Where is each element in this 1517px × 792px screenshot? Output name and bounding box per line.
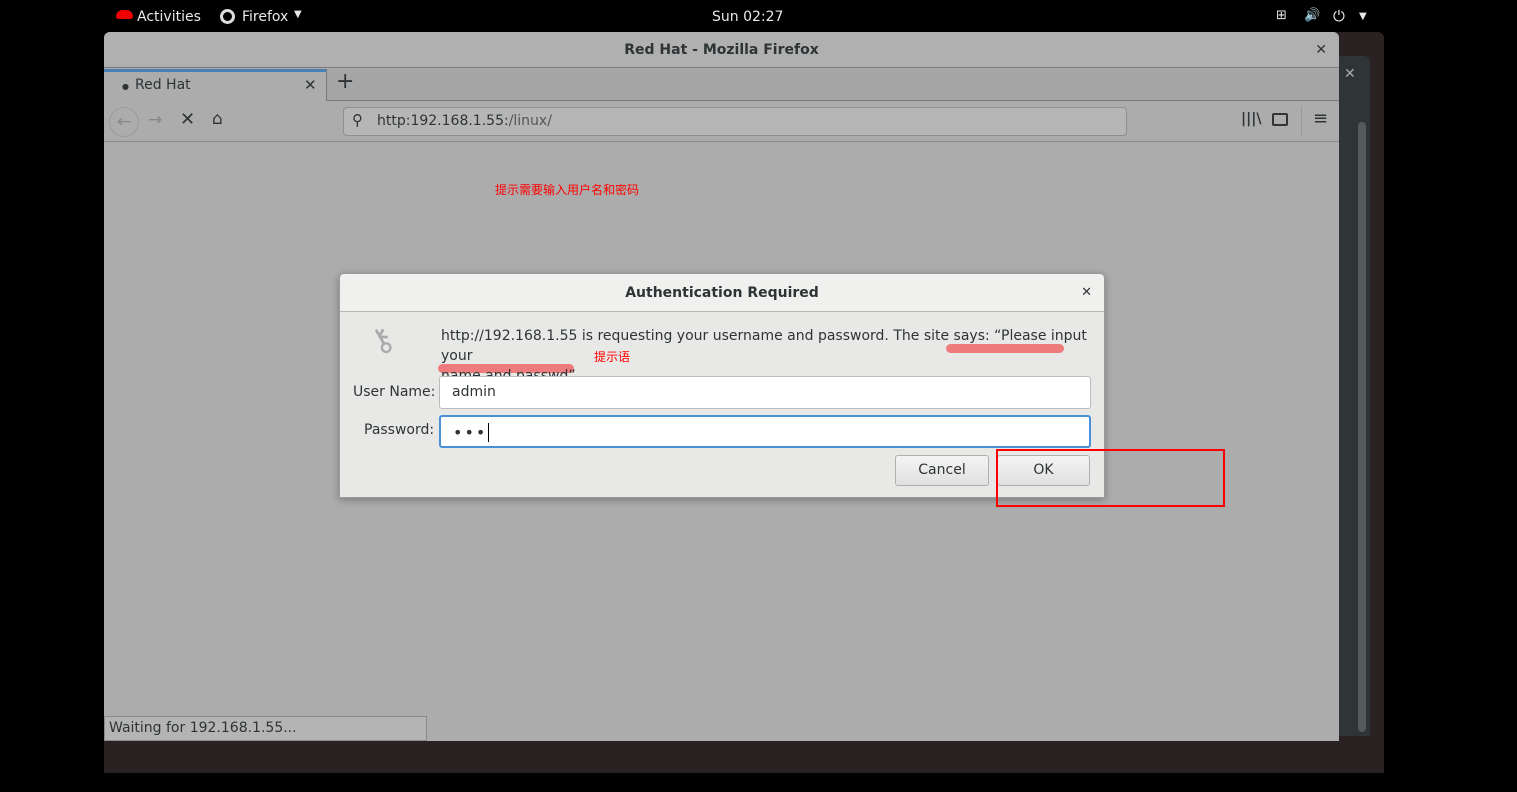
password-value: ••• (453, 423, 488, 442)
sidebar-icon[interactable] (1272, 113, 1288, 126)
url-path: /linux/ (508, 113, 552, 129)
tab-label: Red Hat (135, 77, 191, 93)
forward-button[interactable]: → (148, 110, 162, 130)
username-label: User Name: (353, 384, 436, 400)
auth-dialog: Authentication Required ✕ ⚷ http://192.1… (339, 273, 1105, 498)
message-line-1: http://192.168.1.55 is requesting your u… (441, 328, 1087, 364)
annotation-highlight-box (996, 449, 1225, 507)
toolbar-divider (1301, 106, 1302, 136)
clock[interactable]: Sun 02:27 (712, 9, 783, 25)
stop-button[interactable]: ✕ (180, 109, 195, 130)
annotation-top: 提示需要输入用户名和密码 (495, 183, 640, 197)
search-icon: ⚲ (352, 111, 363, 129)
dialog-header: Authentication Required ✕ (340, 274, 1104, 312)
back-button[interactable]: ← (109, 107, 139, 137)
loading-dot-icon: ● (122, 82, 129, 91)
tab-strip: ● Red Hat ✕ + (104, 69, 1339, 101)
username-field[interactable]: admin (439, 376, 1091, 409)
scrollbar[interactable] (1358, 122, 1366, 732)
window-title: Red Hat - Mozilla Firefox (624, 42, 819, 58)
url-bar[interactable]: ⚲ http:192.168.1.55:/linux/ (343, 107, 1127, 136)
dialog-title: Authentication Required (625, 285, 819, 301)
redhat-logo-icon (116, 10, 133, 19)
status-bar: Waiting for 192.168.1.55... (104, 716, 427, 741)
cancel-button[interactable]: Cancel (895, 455, 989, 486)
home-button[interactable]: ⌂ (212, 109, 223, 129)
password-field[interactable]: ••• (439, 415, 1091, 448)
menu-icon[interactable]: ≡ (1313, 108, 1328, 129)
network-icon[interactable]: ⊞ (1276, 8, 1287, 23)
tab-close-icon[interactable]: ✕ (304, 76, 317, 94)
password-label: Password: (364, 422, 435, 438)
gnome-top-bar: Activities Firefox ▼ Sun 02:27 ⊞ 🔊 ⏻ ▼ (0, 0, 1517, 34)
window-close-button[interactable]: ✕ (1315, 32, 1327, 68)
library-icon[interactable]: |||\ (1241, 111, 1261, 127)
dialog-close-button[interactable]: ✕ (1081, 274, 1092, 312)
navigation-toolbar: ← → ✕ ⌂ ⚲ http:192.168.1.55:/linux/ |||\… (104, 102, 1339, 142)
volume-icon[interactable]: 🔊 (1304, 8, 1320, 23)
chevron-down-icon: ▼ (294, 9, 302, 20)
close-icon[interactable]: ✕ (1344, 66, 1356, 82)
tab-red-hat[interactable]: ● Red Hat ✕ (104, 69, 327, 101)
firefox-icon (220, 9, 235, 24)
activities-button[interactable]: Activities (137, 9, 201, 25)
text-cursor (488, 423, 490, 442)
url-text: http:192.168.1.55:/linux/ (377, 113, 552, 129)
app-menu-button[interactable]: Firefox (242, 9, 288, 25)
new-tab-button[interactable]: + (336, 69, 354, 94)
system-menu-chevron-icon[interactable]: ▼ (1359, 11, 1367, 22)
url-host: http:192.168.1.55: (377, 113, 509, 129)
window-titlebar: Red Hat - Mozilla Firefox ✕ (104, 32, 1339, 68)
power-icon[interactable]: ⏻ (1333, 7, 1345, 25)
annotation-prompt: 提示语 (594, 350, 631, 364)
key-icon: ⚷ (362, 317, 402, 363)
